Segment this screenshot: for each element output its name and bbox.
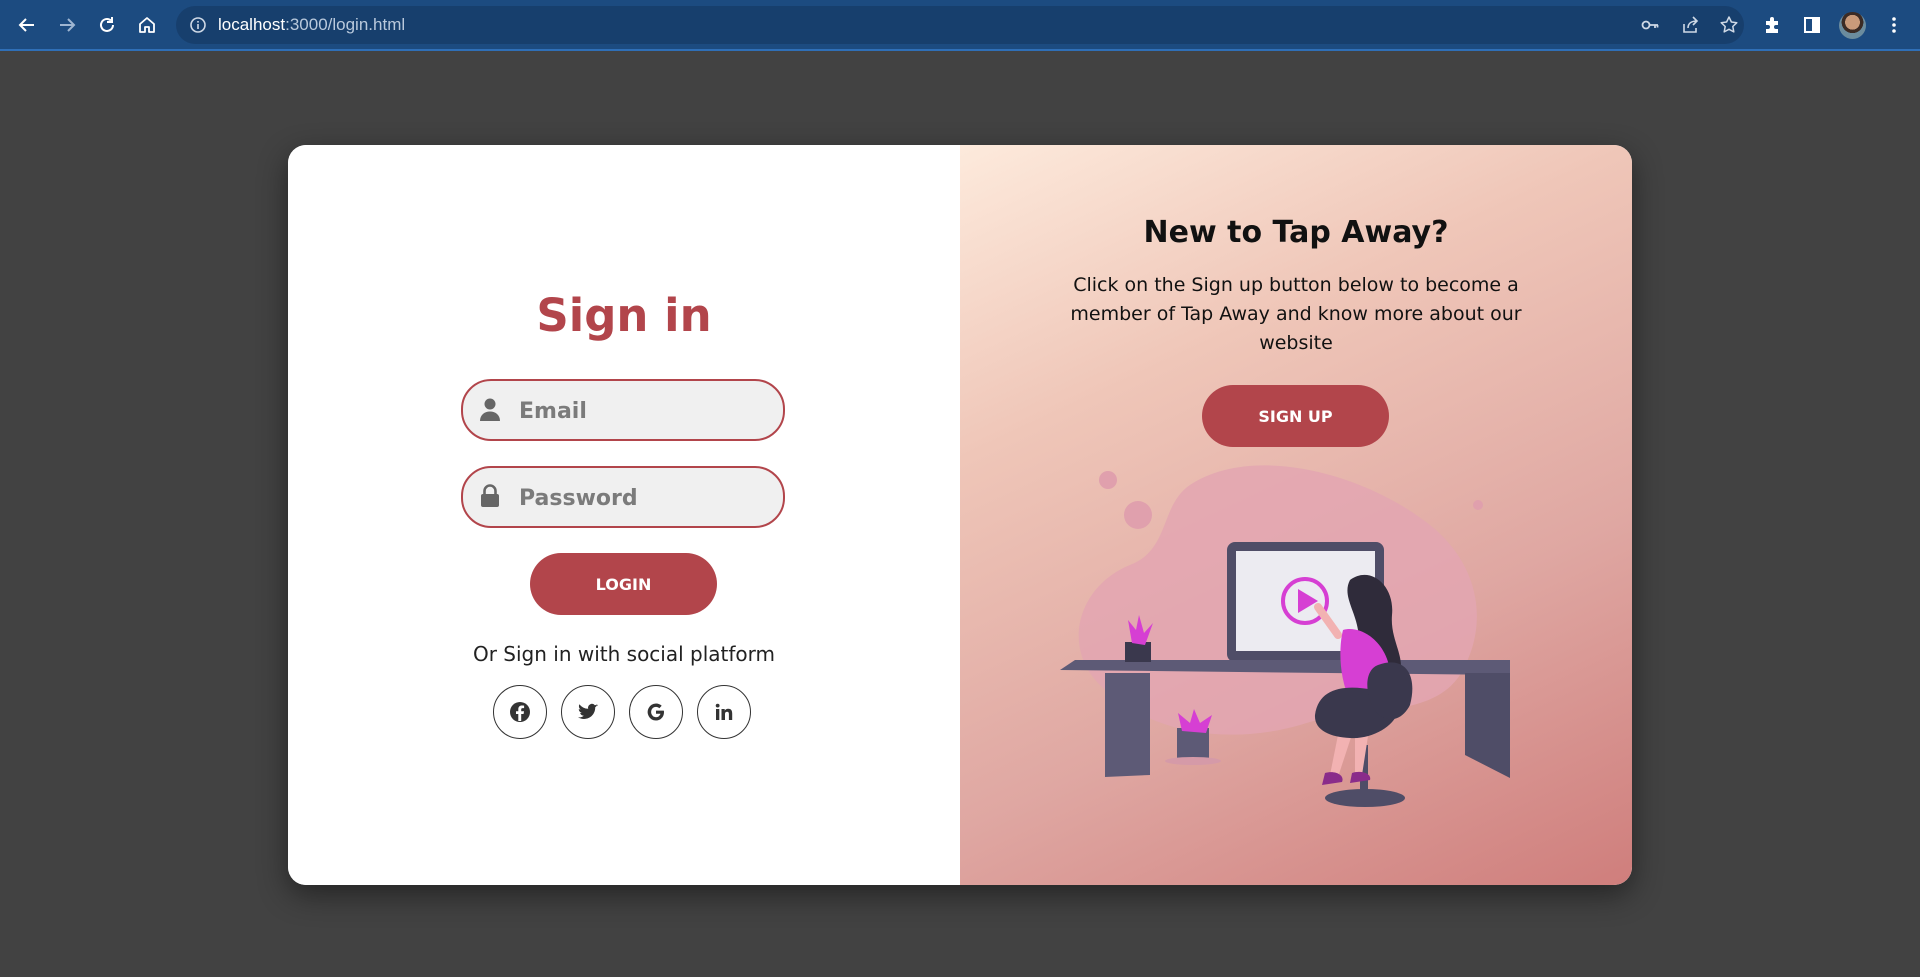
arrow-right-icon <box>60 18 76 32</box>
reload-button[interactable] <box>93 11 121 39</box>
home-button[interactable] <box>133 11 161 39</box>
email-input[interactable] <box>517 381 771 441</box>
url-host: localhost <box>218 15 286 34</box>
login-card: Sign in LOGIN Or Sign in with social pla… <box>288 145 1632 885</box>
desk-leg-left <box>1105 673 1150 777</box>
puzzle-icon <box>1766 17 1778 33</box>
info-icon[interactable] <box>188 15 208 35</box>
desk-leg-right <box>1465 673 1510 778</box>
url-text[interactable]: localhost:3000/login.html <box>218 15 405 35</box>
signin-panel: Sign in LOGIN Or Sign in with social pla… <box>288 145 960 885</box>
email-field[interactable] <box>461 379 785 441</box>
arrow-left-icon <box>18 18 34 32</box>
signin-title: Sign in <box>536 289 712 342</box>
linkedin-button[interactable] <box>697 685 751 739</box>
reload-icon <box>100 17 114 32</box>
address-bar[interactable]: localhost:3000/login.html <box>176 6 1744 44</box>
facebook-button[interactable] <box>493 685 547 739</box>
password-input[interactable] <box>517 468 771 528</box>
user-icon <box>480 398 500 421</box>
profile-avatar[interactable] <box>1839 12 1866 39</box>
google-button[interactable] <box>629 685 683 739</box>
bubble <box>1099 471 1117 489</box>
lock-icon <box>481 484 499 507</box>
side-panel-button[interactable] <box>1798 11 1826 39</box>
twitter-button[interactable] <box>561 685 615 739</box>
signup-title: New to Tap Away? <box>1143 215 1449 250</box>
bubble <box>1124 501 1152 529</box>
menu-button[interactable] <box>1880 11 1908 39</box>
plant-pot <box>1125 642 1151 662</box>
share-icon[interactable] <box>1680 15 1700 35</box>
twitter-icon <box>578 703 598 720</box>
side-panel-icon <box>1804 17 1820 33</box>
desk-illustration <box>1060 465 1510 807</box>
social-signin-text: Or Sign in with social platform <box>472 642 776 666</box>
browser-toolbar: localhost:3000/login.html <box>0 0 1920 51</box>
back-button[interactable] <box>13 11 41 39</box>
key-icon[interactable] <box>1640 15 1660 35</box>
forward-button[interactable] <box>53 11 81 39</box>
signup-description: Click on the Sign up button below to bec… <box>1070 274 1522 354</box>
url-path: :3000/login.html <box>285 15 406 34</box>
star-icon[interactable] <box>1719 15 1739 35</box>
bubble <box>1473 500 1483 510</box>
signup-panel: New to Tap Away? Click on the Sign up bu… <box>960 145 1632 885</box>
home-icon <box>139 17 155 33</box>
extensions-button[interactable] <box>1758 11 1786 39</box>
signup-button[interactable]: SIGN UP <box>1202 385 1389 447</box>
google-icon <box>647 703 664 721</box>
more-vertical-icon <box>1892 17 1896 33</box>
linkedin-icon <box>715 703 733 720</box>
login-button[interactable]: LOGIN <box>530 553 717 615</box>
password-field[interactable] <box>461 466 785 528</box>
facebook-icon <box>510 702 530 722</box>
